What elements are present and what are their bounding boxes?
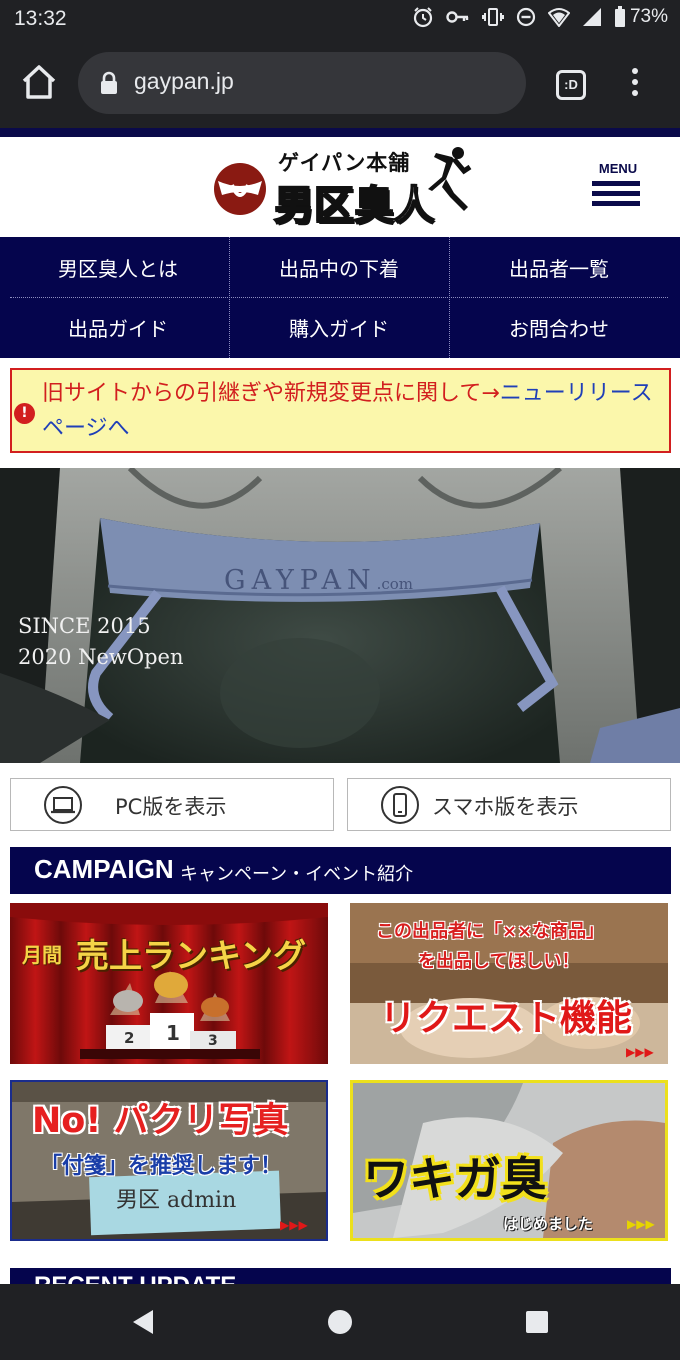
- smartphone-icon: [381, 786, 419, 824]
- wakiga-arrow-icon: ▶▶▶: [627, 1217, 655, 1231]
- dnd-icon: [516, 7, 536, 27]
- logo-emblem-icon: [214, 163, 266, 215]
- overflow-menu-icon[interactable]: [628, 68, 642, 102]
- request-title: リクエスト機能: [380, 998, 633, 1039]
- no-pakuri-banner[interactable]: No! パクリ写真 「付箋」を推奨します！ 男区 admin ▶▶▶: [10, 1080, 328, 1241]
- hero-brand-name: GAYPAN: [224, 565, 377, 596]
- alert-icon: !: [14, 403, 35, 424]
- recents-icon[interactable]: [525, 1310, 549, 1334]
- status-bar: 13:32 73%: [0, 0, 680, 40]
- nav-item-contact[interactable]: お問合わせ: [449, 297, 669, 357]
- menu-bar-icon: [592, 191, 640, 196]
- nav-item-sellers[interactable]: 出品者一覧: [449, 237, 669, 297]
- hero-open-text: 2020 NewOpen: [18, 645, 184, 669]
- sp-view-label: スマホ版を表示: [432, 795, 579, 819]
- nav-item-selling-guide[interactable]: 出品ガイド: [8, 297, 228, 357]
- pc-view-button[interactable]: PC版を表示: [10, 778, 334, 831]
- site-top-strip: [0, 128, 680, 137]
- status-time: 13:32: [14, 7, 67, 30]
- home-icon: [22, 65, 56, 99]
- request-line2: を出品してほしい！: [418, 951, 580, 972]
- logo-title: 男区臭人: [273, 182, 435, 230]
- request-line1: この出品者に「××な商品」: [376, 921, 605, 942]
- notice-message: 旧サイトからの引継ぎや新規変更点に関して→: [42, 381, 500, 406]
- pc-view-label: PC版を表示: [115, 795, 227, 819]
- logo-figure-icon: [428, 147, 472, 211]
- podium-second: 2: [124, 1029, 135, 1047]
- campaign-header: CAMPAIGN キャンペーン・イベント紹介: [10, 847, 671, 894]
- request-arrow-icon: ▶▶▶: [626, 1045, 654, 1059]
- vpn-key-icon: [446, 11, 469, 23]
- hero-brand-suffix: .com: [376, 575, 414, 593]
- alarm-icon: [413, 7, 433, 28]
- hero-brand: GAYPAN.com: [224, 565, 413, 596]
- site-logo[interactable]: ゲイパン本舗 男区臭人: [212, 143, 474, 230]
- battery-icon: [614, 6, 625, 27]
- signal-icon: [582, 8, 601, 26]
- no-pakuri-title: No! パクリ写真: [32, 1101, 289, 1141]
- browser-toolbar: gaypan.jp :D: [0, 40, 680, 128]
- status-icons: 73%: [412, 6, 668, 28]
- home-circle-icon[interactable]: [327, 1309, 353, 1335]
- ranking-title: 売上ランキング: [76, 936, 307, 975]
- menu-label: MENU: [598, 161, 638, 176]
- nav-item-buying-guide[interactable]: 購入ガイド: [229, 297, 449, 357]
- podium-third: 3: [208, 1033, 218, 1049]
- battery-indicator: 73%: [614, 6, 668, 28]
- no-pakuri-arrow-icon: ▶▶▶: [280, 1218, 308, 1232]
- url-text: gaypan.jp: [134, 68, 234, 94]
- campaign-subtitle: キャンペーン・イベント紹介: [180, 864, 414, 885]
- wakiga-sub: はじめました: [503, 1215, 594, 1233]
- notice-box: ! 旧サイトからの引継ぎや新規変更点に関して→ニューリリースページへ: [10, 368, 671, 453]
- back-icon[interactable]: [130, 1308, 156, 1336]
- laptop-icon: [44, 786, 82, 824]
- main-nav: 男区臭人とは 出品中の下着 出品者一覧 出品ガイド 購入ガイド お問合わせ: [0, 237, 680, 358]
- menu-bar-icon: [592, 181, 640, 186]
- ranking-prefix: 月間: [22, 943, 62, 967]
- lock-icon: [101, 71, 117, 94]
- tab-switcher-button[interactable]: :D: [556, 70, 586, 100]
- vibrate-icon: [481, 8, 504, 26]
- podium-first: 1: [166, 1021, 180, 1045]
- no-pakuri-note: 男区 admin: [116, 1188, 237, 1213]
- campaign-title: CAMPAIGN: [34, 854, 174, 884]
- nav-item-about[interactable]: 男区臭人とは: [8, 237, 228, 297]
- hero-banner: GAYPAN.com SINCE 2015 2020 NewOpen: [0, 468, 680, 763]
- site-header: ゲイパン本舗 男区臭人 MENU: [0, 137, 680, 237]
- sp-view-button[interactable]: スマホ版を表示: [347, 778, 671, 831]
- request-banner[interactable]: この出品者に「××な商品」 を出品してほしい！ リクエスト機能 ▶▶▶: [350, 903, 668, 1064]
- menu-button[interactable]: MENU: [592, 161, 644, 213]
- battery-percent: 73%: [629, 6, 668, 27]
- home-button[interactable]: [20, 64, 60, 104]
- hero-since-text: SINCE 2015: [18, 614, 151, 638]
- menu-bar-icon: [592, 201, 640, 206]
- system-nav-bar: [0, 1284, 680, 1360]
- no-pakuri-line2: 「付箋」を推奨します！: [40, 1154, 283, 1179]
- wakiga-banner[interactable]: ワキガ臭 はじめました ▶▶▶: [350, 1080, 668, 1241]
- address-bar[interactable]: gaypan.jp: [78, 52, 526, 114]
- wifi-icon: [547, 8, 570, 27]
- wakiga-title: ワキガ臭: [363, 1152, 547, 1206]
- notice-text: 旧サイトからの引継ぎや新規変更点に関して→ニューリリースページへ: [42, 376, 664, 446]
- nav-item-listed-underwear[interactable]: 出品中の下着: [229, 237, 449, 297]
- ranking-banner[interactable]: 月間 売上ランキング 2 1 3: [10, 903, 328, 1064]
